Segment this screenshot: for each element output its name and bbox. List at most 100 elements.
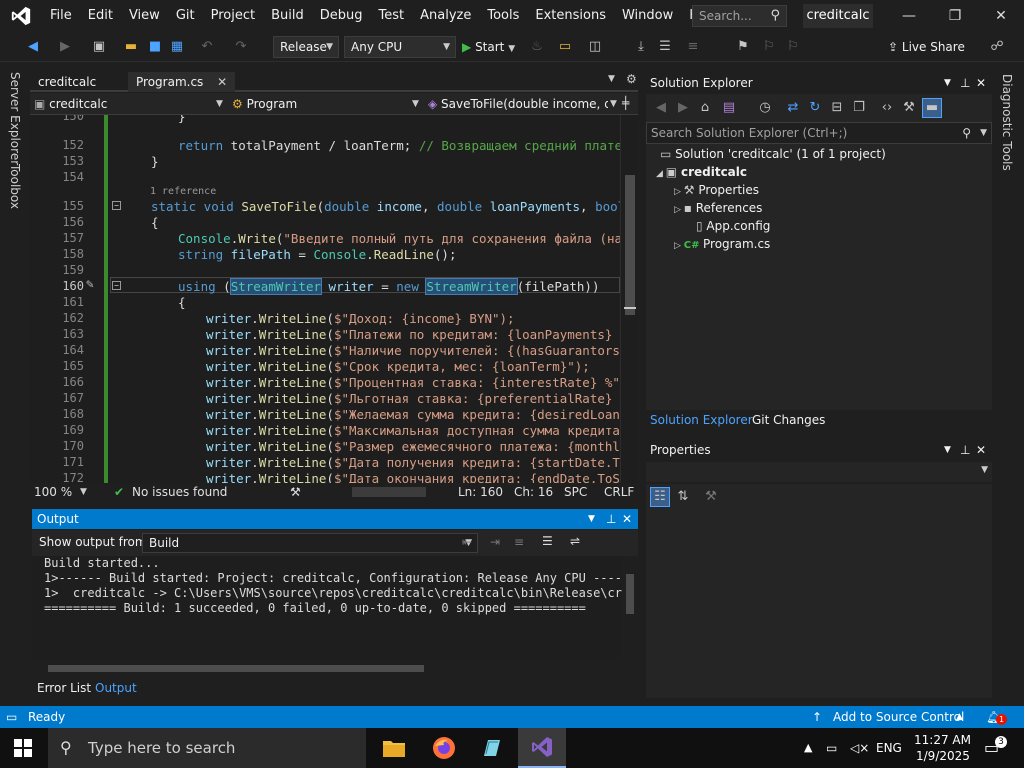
close-window-button[interactable]: ✕ <box>978 0 1024 32</box>
code-editor[interactable]: 150 152 153 154 155 156 157 158 159 160 … <box>30 115 638 483</box>
project-dropdown[interactable]: ▣ creditcalc <box>34 95 224 113</box>
preview-selected-icon[interactable]: ▬ <box>922 98 942 118</box>
line-indicator[interactable]: Ln: 160 <box>458 484 503 500</box>
properties-wrench-icon[interactable]: ⚒ <box>900 99 918 117</box>
tab-program-cs[interactable]: Program.cs ✕ <box>128 72 236 92</box>
live-share-button[interactable]: ⇪ Live Share <box>888 36 965 58</box>
go-to-next-icon[interactable]: ⇥ <box>490 535 500 549</box>
collapse-all-icon[interactable]: ⊟ <box>828 99 846 117</box>
find-in-output-icon[interactable]: ≡ <box>514 535 524 549</box>
browse-icon[interactable]: ◫ <box>586 38 604 56</box>
undo-icon[interactable]: ↶ <box>198 38 216 56</box>
open-in-explorer-icon[interactable]: ▭ <box>556 38 574 56</box>
pin-icon[interactable]: ⊥ <box>606 509 616 529</box>
volume-muted-icon[interactable]: ◁× <box>850 728 869 768</box>
next-bookmark-icon[interactable]: ⚐ <box>784 38 802 56</box>
clear-all-icon[interactable]: ☰ <box>542 534 553 548</box>
tab-error-list[interactable]: Error List <box>37 680 91 696</box>
tree-item-program-cs[interactable]: ▷ C# Program.cs <box>674 235 770 253</box>
open-folder-icon[interactable]: ▬ <box>122 38 140 56</box>
view-code-icon[interactable]: ‹› <box>878 99 896 117</box>
maximize-button[interactable]: ❐ <box>932 0 978 32</box>
chevron-down-icon[interactable]: ▼ <box>944 73 951 93</box>
output-source-select[interactable]: Build ▼ <box>142 533 478 553</box>
menu-window[interactable]: Window <box>614 0 681 32</box>
taskbar-search-input[interactable]: ⚲ Type here to search <box>48 728 366 768</box>
pending-changes-icon[interactable]: ◷ <box>756 99 774 117</box>
editor-horizontal-scrollbar[interactable] <box>352 487 426 497</box>
minimize-button[interactable]: — <box>886 0 932 32</box>
menu-view[interactable]: View <box>121 0 168 32</box>
new-project-icon[interactable]: ▣ <box>90 38 108 56</box>
back-icon[interactable]: ◀ <box>652 99 670 117</box>
hot-reload-icon[interactable]: ♨ <box>528 38 546 56</box>
diagnostic-tools-tab[interactable]: Diagnostic Tools <box>1000 74 1014 171</box>
visual-studio-taskbar-icon[interactable] <box>518 728 566 768</box>
prev-bookmark-icon[interactable]: ⚐ <box>760 38 778 56</box>
output-vertical-scrollbar[interactable] <box>622 556 638 662</box>
solution-name-badge[interactable]: creditcalc <box>803 4 873 28</box>
properties-object-select[interactable]: ▼ <box>646 462 992 482</box>
member-dropdown[interactable]: ◈ SaveToFile(double income, do <box>428 95 608 113</box>
format-icon[interactable]: ≡ <box>684 38 702 56</box>
toolbox-tab[interactable]: Toolbox <box>8 164 22 209</box>
close-icon[interactable]: ✕ <box>976 440 986 460</box>
step-icon[interactable]: ⤓ <box>632 38 650 56</box>
chevron-down-icon[interactable]: ▼ <box>80 484 87 500</box>
code-text-area[interactable]: } return totalPayment / loanTerm; // Воз… <box>110 115 620 483</box>
configuration-select[interactable]: Release ▼ <box>273 36 339 58</box>
output-horizontal-scrollbar[interactable] <box>32 662 638 676</box>
editor-vertical-scrollbar[interactable] <box>620 115 638 483</box>
brush-icon[interactable]: ⚒ <box>290 484 301 500</box>
zoom-level[interactable]: 100 % <box>34 484 72 500</box>
refresh-icon[interactable]: ↻ <box>806 99 824 117</box>
feedback-icon[interactable]: ☍ <box>988 38 1006 56</box>
issues-status[interactable]: No issues found <box>132 484 227 500</box>
alphabetical-icon[interactable]: ⇅ <box>674 488 692 506</box>
menu-tools[interactable]: Tools <box>479 0 527 32</box>
chevron-down-icon[interactable]: ▼ <box>588 509 595 529</box>
tab-creditcalc[interactable]: creditcalc <box>30 72 104 92</box>
pin-icon[interactable]: ⊥ <box>960 73 970 93</box>
tree-item-properties[interactable]: ▷ ⚒ Properties <box>674 181 759 199</box>
tab-output[interactable]: Output <box>95 680 137 696</box>
tree-item-references[interactable]: ▷ ▪ References <box>674 199 762 217</box>
firefox-icon[interactable] <box>420 728 468 768</box>
menu-build[interactable]: Build <box>263 0 312 32</box>
save-icon[interactable]: ■ <box>146 38 164 56</box>
line-ending-indicator[interactable]: CRLF <box>604 484 634 500</box>
forward-icon[interactable]: ▶ <box>674 99 692 117</box>
scrollbar-thumb[interactable] <box>48 665 424 672</box>
tree-item-app-config[interactable]: ▯ App.config <box>696 217 770 235</box>
menu-analyze[interactable]: Analyze <box>412 0 479 32</box>
visual-studio-logo-icon[interactable] <box>0 0 42 32</box>
tab-git-changes[interactable]: Git Changes <box>752 413 825 427</box>
windows-start-icon[interactable] <box>14 739 32 760</box>
action-center-icon[interactable]: ▭ <box>984 728 999 768</box>
menu-git[interactable]: Git <box>168 0 203 32</box>
whitespace-indicator[interactable]: SPC <box>564 484 587 500</box>
quick-actions-icon[interactable]: ✎ <box>86 277 94 292</box>
server-explorer-tab[interactable]: Server Explorer <box>8 72 22 165</box>
clock-date[interactable]: 1/9/2025 <box>916 736 970 768</box>
start-button[interactable]: ▶ Start ▼ <box>462 36 526 58</box>
codelens-references[interactable]: 1 reference <box>150 186 216 197</box>
platform-select[interactable]: Any CPU ▼ <box>344 36 456 58</box>
show-all-files-icon[interactable]: ❐ <box>850 99 868 117</box>
navigate-back-icon[interactable]: ◀ <box>24 38 42 56</box>
menu-extensions[interactable]: Extensions <box>527 0 614 32</box>
bookmark-icon[interactable]: ⚑ <box>734 38 752 56</box>
scrollbar-thumb[interactable] <box>626 574 634 614</box>
chevron-down-icon[interactable]: ▼ <box>980 123 987 143</box>
show-hidden-icons-icon[interactable]: ▲ <box>804 728 812 768</box>
global-search-input[interactable]: Search... ⚲ <box>692 5 787 27</box>
word-wrap-icon[interactable]: ⇌ <box>570 534 580 548</box>
output-text-area[interactable]: Build started... 1>------ Build started:… <box>32 556 638 662</box>
switch-views-icon[interactable]: ▤ <box>720 99 738 117</box>
menu-debug[interactable]: Debug <box>312 0 371 32</box>
scrollbar-thumb[interactable] <box>625 175 635 315</box>
save-all-icon[interactable]: ▦ <box>168 38 186 56</box>
redo-icon[interactable]: ↷ <box>232 38 250 56</box>
input-language[interactable]: ENG <box>876 728 902 768</box>
tree-item-solution[interactable]: ▭ Solution 'creditcalc' (1 of 1 project) <box>660 145 886 163</box>
